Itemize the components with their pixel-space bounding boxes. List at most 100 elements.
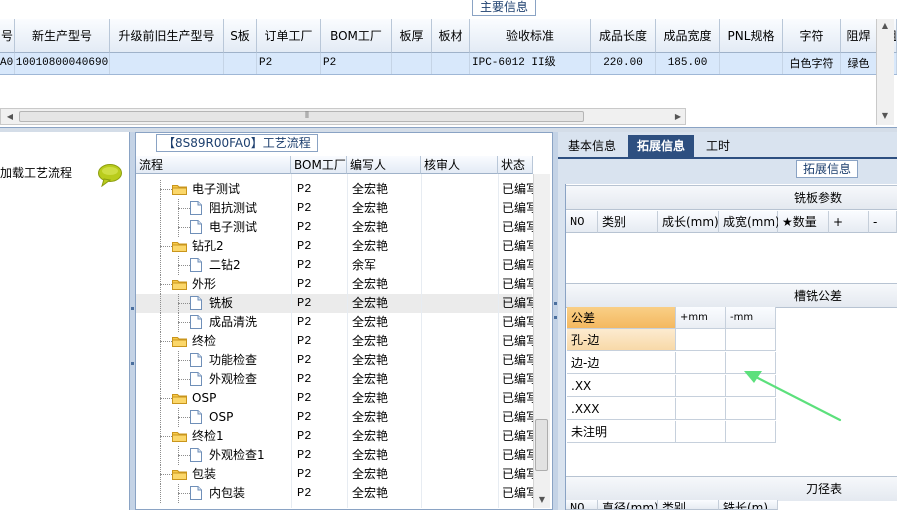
cell-width[interactable]: 185.00 (656, 53, 720, 74)
board-params-header: 铣板参数 (566, 185, 897, 210)
scroll-down-icon[interactable]: ▼ (879, 111, 891, 121)
tolerance-value-cell[interactable] (676, 352, 726, 374)
tolerance-col-plus[interactable]: +mm (676, 307, 726, 329)
tree-col-header-bom[interactable]: BOM工厂 (291, 156, 347, 174)
col-header-length[interactable]: 成品长度 (591, 19, 656, 53)
tree-row[interactable]: 外观检查 P2 全宏艳 已编写 (136, 370, 534, 389)
board-col-width[interactable]: 成宽(mm) (719, 211, 780, 233)
folder-icon (172, 184, 187, 198)
document-icon (190, 315, 202, 332)
tolerance-value-cell[interactable] (676, 398, 726, 420)
tool-col-length[interactable]: 铣长(m) (719, 500, 778, 510)
tree-row[interactable]: OSP P2 全宏艳 已编写 (136, 389, 534, 408)
tree-scroll-down-icon[interactable]: ▼ (536, 495, 548, 505)
tree-row[interactable]: 终检1 P2 全宏艳 已编写 (136, 427, 534, 446)
cell-old-model[interactable] (110, 53, 224, 74)
col-header-thickness[interactable]: 板厚 (392, 19, 432, 53)
tree-row[interactable]: 电子测试 P2 全宏艳 已编写 (136, 180, 534, 199)
document-icon (190, 372, 202, 389)
tree-row[interactable]: 外形 P2 全宏艳 已编写 (136, 275, 534, 294)
cell-thickness[interactable] (392, 53, 432, 74)
tree-row[interactable]: 铣板 P2 全宏艳 已编写 (136, 294, 534, 313)
tolerance-col-minus[interactable]: -mm (726, 307, 776, 329)
tree-row[interactable]: 内包装 P2 全宏艳 已编写 (136, 484, 534, 503)
cell-new-model[interactable]: 10010800040690 (15, 53, 110, 74)
col-header-no[interactable]: 号 (0, 19, 15, 53)
col-header-solder[interactable]: 阻焊 (841, 19, 877, 53)
tree-writer: 全宏艳 (352, 448, 389, 462)
scroll-right-icon[interactable]: ▶ (672, 112, 684, 122)
tree-row[interactable]: 电子测试 P2 全宏艳 已编写 (136, 218, 534, 237)
tool-col-no[interactable]: NO (566, 500, 598, 510)
horizontal-scrollbar[interactable] (0, 108, 686, 125)
tolerance-row-label[interactable]: .XXX (567, 398, 676, 420)
tolerance-row-label[interactable]: 边-边 (567, 352, 676, 374)
col-header-new-model[interactable]: 新生产型号 (15, 19, 110, 53)
tree-scrollbar-thumb[interactable] (535, 419, 548, 471)
board-col-length[interactable]: 成长(mm) (658, 211, 719, 233)
cell-acceptance[interactable]: IPC-6012 II级 (470, 53, 591, 74)
tool-col-type[interactable]: 类别 (658, 500, 719, 510)
col-header-order-factory[interactable]: 订单工厂 (257, 19, 321, 53)
tree-row[interactable]: 成品清洗 P2 全宏艳 已编写 (136, 313, 534, 332)
tolerance-value-cell[interactable] (676, 421, 726, 443)
cell-no[interactable]: A0 (0, 53, 15, 74)
col-header-pnl[interactable]: PNL规格 (720, 19, 783, 53)
board-col-remove[interactable]: - (869, 211, 897, 233)
tree-row[interactable]: 功能检查 P2 全宏艳 已编写 (136, 351, 534, 370)
col-header-acceptance[interactable]: 验收标准 (470, 19, 591, 53)
board-col-qty[interactable]: ★数量 (778, 211, 829, 233)
chat-bubble-icon[interactable] (98, 163, 124, 187)
col-header-char[interactable]: 字符 (783, 19, 841, 53)
cell-solder[interactable]: 绿色 (841, 53, 877, 74)
tolerance-value-cell[interactable] (676, 375, 726, 397)
tab-work-hours[interactable]: 工时 (698, 135, 738, 157)
col-header-material[interactable]: 板材 (432, 19, 470, 53)
tolerance-value-cell[interactable] (676, 329, 726, 351)
cell-char[interactable]: 白色字符 (783, 53, 841, 74)
scrollbar-thumb[interactable] (19, 111, 584, 122)
tolerance-value-cell[interactable] (726, 329, 776, 351)
col-header-s-board[interactable]: S板 (224, 19, 257, 53)
col-header-bom-factory[interactable]: BOM工厂 (321, 19, 392, 53)
tree-row[interactable]: OSP P2 全宏艳 已编写 (136, 408, 534, 427)
col-header-old-model[interactable]: 升级前旧生产型号 (110, 19, 224, 53)
cell-s-board[interactable] (224, 53, 257, 74)
cell-pnl[interactable] (720, 53, 783, 74)
board-col-no[interactable]: NO (566, 211, 598, 233)
tree-connector (160, 474, 172, 475)
cell-order-factory[interactable]: P2 (257, 53, 321, 74)
tolerance-col-header[interactable]: 公差 (567, 307, 676, 329)
board-col-add[interactable]: + (829, 211, 869, 233)
cell-material[interactable] (432, 53, 470, 74)
scroll-left-icon[interactable]: ◀ (4, 112, 16, 122)
tolerance-row-label[interactable]: .XX (567, 375, 676, 397)
tree-row[interactable]: 二钻2 P2 余军 已编写 (136, 256, 534, 275)
tab-extended-info[interactable]: 拓展信息 (628, 135, 694, 157)
vertical-scrollbar[interactable]: ▲ ▼ (876, 19, 894, 125)
col-header-width[interactable]: 成品宽度 (656, 19, 720, 53)
tab-basic-info[interactable]: 基本信息 (560, 135, 624, 157)
tree-row[interactable]: 包装 P2 全宏艳 已编写 (136, 465, 534, 484)
tree-connector (160, 341, 172, 342)
tolerance-row-label[interactable]: 孔-边 (567, 329, 676, 351)
tree-row[interactable]: 钻孔2 P2 全宏艳 已编写 (136, 237, 534, 256)
tree-col-header-reviewer[interactable]: 核审人 (421, 156, 498, 174)
tolerance-row-label[interactable]: 未注明 (567, 421, 676, 443)
tree-connector (160, 398, 172, 399)
tree-writer: 全宏艳 (352, 315, 389, 329)
tree-col-header-status[interactable]: 状态 (498, 156, 533, 174)
tree-row[interactable]: 外观检查1 P2 全宏艳 已编写 (136, 446, 534, 465)
tree-row[interactable]: 终检 P2 全宏艳 已编写 (136, 332, 534, 351)
tree-col-header-writer[interactable]: 编写人 (347, 156, 421, 174)
tool-col-diameter[interactable]: 直径(mm) (598, 500, 658, 510)
board-col-type[interactable]: 类别 (598, 211, 658, 233)
load-process-link[interactable]: 加载工艺流程 (0, 164, 100, 182)
tolerance-header: 槽铣公差 (566, 283, 897, 308)
scroll-up-icon[interactable]: ▲ (879, 21, 891, 31)
cell-bom-factory[interactable]: P2 (321, 53, 392, 74)
cell-length[interactable]: 220.00 (591, 53, 656, 74)
tree-status: 已编写 (502, 410, 534, 424)
tree-row[interactable]: 阻抗测试 P2 全宏艳 已编写 (136, 199, 534, 218)
tree-bom: P2 (297, 429, 312, 443)
